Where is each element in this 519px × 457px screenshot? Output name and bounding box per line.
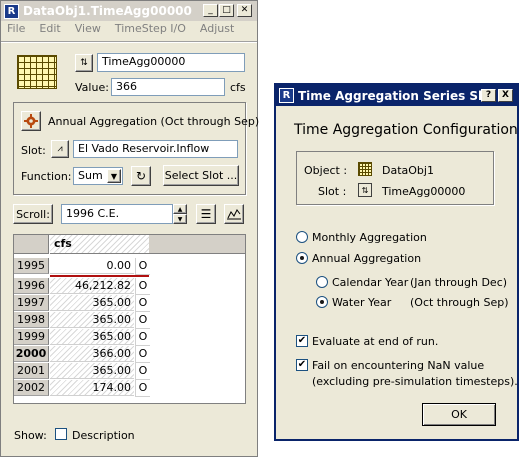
data-object-grid-icon bbox=[17, 55, 57, 89]
app-icon: R bbox=[279, 88, 294, 103]
description-checkbox[interactable] bbox=[55, 428, 67, 440]
series-slot-icon: ⇅ bbox=[358, 183, 372, 197]
fail-on-nan-label[interactable]: Fail on encountering NaN value bbox=[312, 359, 484, 372]
scroll-down-arrow-icon[interactable]: ▼ bbox=[173, 214, 187, 224]
source-slot-field[interactable]: El Vado Reservoir.Inflow bbox=[73, 140, 238, 158]
row-value[interactable]: 365.00 bbox=[50, 363, 134, 379]
row-year: 2001 bbox=[14, 363, 49, 379]
minimize-button[interactable]: _ bbox=[203, 4, 218, 17]
time-aggregation-dialog: R Time Aggregation Series Slot ... ? X T… bbox=[274, 83, 519, 441]
fail-on-nan-sublabel: (excluding pre-simulation timesteps). bbox=[312, 375, 518, 388]
column-header-cfs: cfs bbox=[54, 237, 72, 250]
refresh-button[interactable]: ↻ bbox=[131, 166, 151, 186]
menu-separator bbox=[1, 41, 257, 43]
monthly-aggregation-label[interactable]: Monthly Aggregation bbox=[312, 231, 427, 244]
row-flag: O bbox=[135, 258, 150, 275]
row-value[interactable]: 0.00 bbox=[50, 258, 134, 274]
row-year: 1997 bbox=[14, 295, 49, 311]
dialog-title-bar[interactable]: R Time Aggregation Series Slot ... ? X bbox=[276, 85, 517, 106]
object-value: DataObj1 bbox=[382, 164, 434, 177]
water-year-radio[interactable] bbox=[316, 296, 328, 308]
monthly-aggregation-radio[interactable] bbox=[296, 231, 308, 243]
object-label: Object : bbox=[304, 164, 348, 177]
menu-edit[interactable]: Edit bbox=[39, 22, 60, 40]
description-label: Description bbox=[72, 429, 135, 442]
water-year-description: (Oct through Sep) bbox=[410, 296, 509, 309]
method-label: Annual Aggregation (Oct through Sep) bbox=[48, 115, 260, 128]
run-start-marker bbox=[50, 275, 149, 277]
plot-view-icon[interactable] bbox=[224, 204, 244, 224]
row-flag: O bbox=[135, 363, 150, 380]
table-header: cfs bbox=[50, 235, 149, 254]
menu-view[interactable]: View bbox=[75, 22, 101, 40]
row-year: 1999 bbox=[14, 329, 49, 345]
row-value[interactable]: 174.00 bbox=[50, 380, 134, 396]
annual-aggregation-label[interactable]: Annual Aggregation bbox=[312, 252, 421, 265]
show-label: Show: bbox=[14, 429, 47, 442]
menu-bar: File Edit View TimeStep I/O Adjust bbox=[1, 22, 257, 40]
title-bar[interactable]: R DataObj1.TimeAgg00000 _ □ ✕ bbox=[1, 1, 257, 21]
row-value[interactable]: 366.00 bbox=[50, 346, 134, 362]
row-value[interactable]: 365.00 bbox=[50, 295, 134, 311]
calendar-year-description: (Jan through Dec) bbox=[410, 276, 508, 289]
select-slot-button[interactable]: Select Slot ... bbox=[163, 165, 239, 186]
row-year: 2000 bbox=[14, 346, 49, 362]
slot-label: Slot : bbox=[318, 185, 347, 198]
row-flag: O bbox=[135, 295, 150, 312]
evaluate-at-end-label[interactable]: Evaluate at end of run. bbox=[312, 335, 438, 348]
menu-adjust[interactable]: Adjust bbox=[200, 22, 234, 40]
row-year: 1995 bbox=[14, 258, 49, 274]
menu-timestep-io[interactable]: TimeStep I/O bbox=[115, 22, 186, 40]
list-view-icon[interactable]: ☰ bbox=[196, 204, 216, 224]
scroll-up-arrow-icon[interactable]: ▲ bbox=[173, 204, 187, 214]
slot-name-field[interactable]: TimeAgg00000 bbox=[97, 53, 245, 72]
series-slot-icon[interactable]: ⇅ bbox=[75, 54, 93, 72]
row-value[interactable]: 46,212.82 bbox=[50, 278, 134, 294]
row-year: 2002 bbox=[14, 380, 49, 396]
method-config-gear-icon[interactable] bbox=[21, 111, 41, 131]
series-table: cfs 1995 0.00 O 1996 46,212.82 O 1997 36… bbox=[13, 234, 246, 404]
close-button[interactable]: ✕ bbox=[237, 4, 252, 17]
slot-label: Slot: bbox=[21, 144, 46, 157]
row-year: 1998 bbox=[14, 312, 49, 328]
chevron-down-icon[interactable]: ▼ bbox=[107, 169, 121, 183]
unit-label: cfs bbox=[230, 81, 246, 94]
dialog-close-button[interactable]: X bbox=[498, 89, 513, 102]
maximize-button[interactable]: □ bbox=[219, 4, 234, 17]
data-object-grid-icon bbox=[358, 162, 372, 176]
slot-chart-icon[interactable]: ⩘ bbox=[51, 140, 69, 158]
row-flag: O bbox=[135, 312, 150, 329]
fail-on-nan-checkbox[interactable]: ✔ bbox=[296, 359, 308, 371]
row-year: 1996 bbox=[14, 278, 49, 294]
app-icon: R bbox=[4, 3, 19, 19]
ok-button[interactable]: OK bbox=[422, 403, 496, 426]
function-value: Sum bbox=[78, 169, 103, 182]
table-corner bbox=[14, 235, 49, 254]
annual-aggregation-radio[interactable] bbox=[296, 252, 308, 264]
row-flag: O bbox=[135, 380, 150, 397]
data-object-window: R DataObj1.TimeAgg00000 _ □ ✕ File Edit … bbox=[0, 0, 260, 457]
scroll-button[interactable]: Scroll: bbox=[13, 204, 53, 224]
value-label: Value: bbox=[75, 81, 109, 94]
evaluate-at-end-checkbox[interactable]: ✔ bbox=[296, 335, 308, 347]
function-label: Function: bbox=[21, 170, 72, 183]
dialog-heading: Time Aggregation Configuration bbox=[294, 122, 518, 138]
window-title: DataObj1.TimeAgg00000 bbox=[23, 4, 192, 18]
table-header-filler bbox=[149, 235, 245, 254]
row-flag: O bbox=[135, 278, 150, 295]
slot-value: TimeAgg00000 bbox=[382, 185, 466, 198]
calendar-year-label[interactable]: Calendar Year bbox=[332, 276, 408, 289]
scroll-date-field[interactable]: 1996 C.E. bbox=[61, 204, 173, 224]
value-field[interactable]: 366 bbox=[111, 78, 225, 96]
water-year-label[interactable]: Water Year bbox=[332, 296, 391, 309]
row-value[interactable]: 365.00 bbox=[50, 329, 134, 345]
row-flag: O bbox=[135, 346, 150, 363]
row-value[interactable]: 365.00 bbox=[50, 312, 134, 328]
calendar-year-radio[interactable] bbox=[316, 276, 328, 288]
menu-file[interactable]: File bbox=[7, 22, 25, 40]
help-button[interactable]: ? bbox=[481, 89, 496, 102]
row-flag: O bbox=[135, 329, 150, 346]
